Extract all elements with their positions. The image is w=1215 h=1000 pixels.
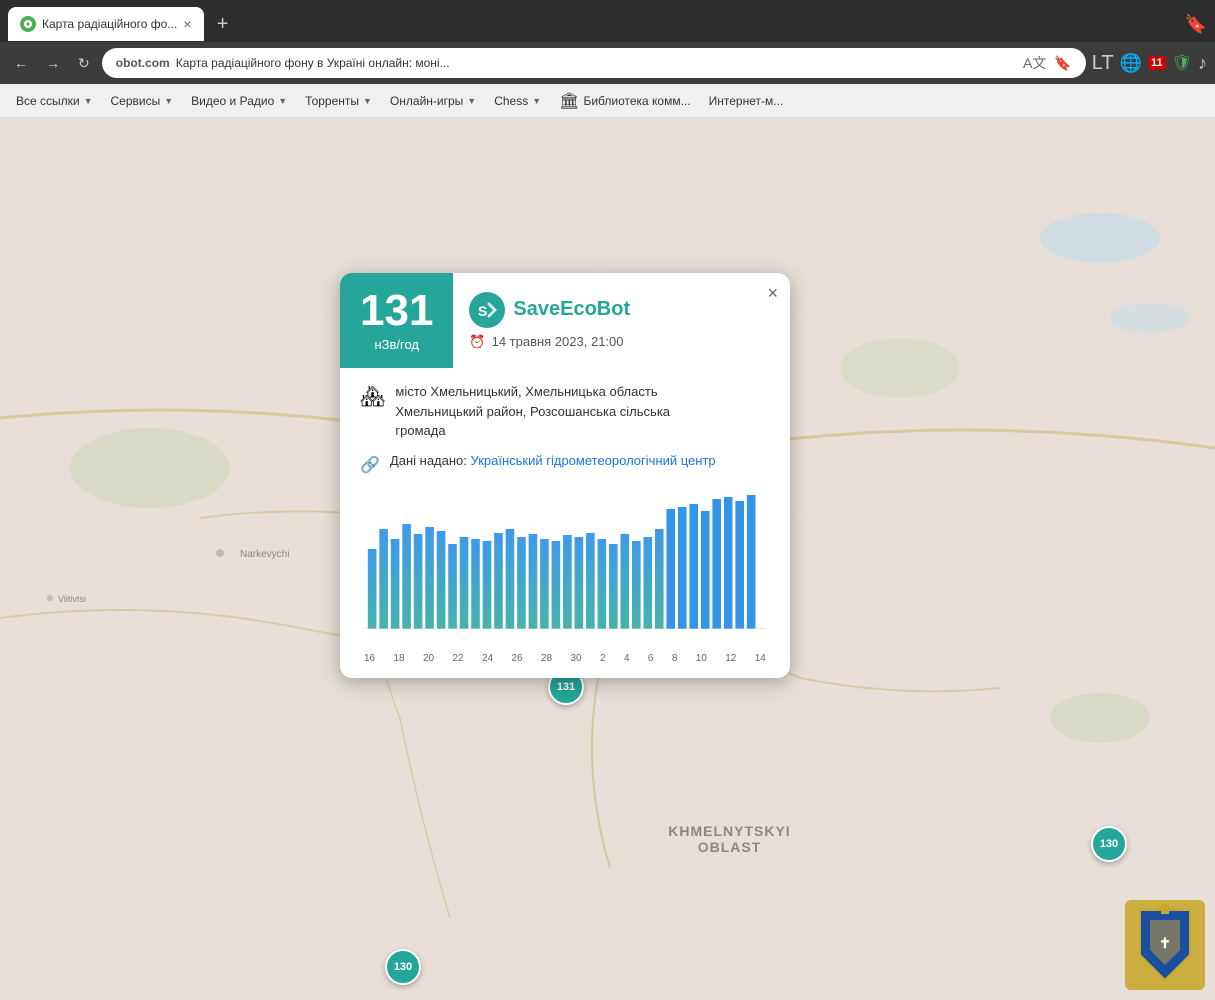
back-button[interactable]: ← [8, 51, 34, 75]
translate-icon[interactable]: A文 [1023, 53, 1046, 73]
address-bar: ← → ↻ obot.com Карта радіаційного фону в… [0, 42, 1215, 84]
bookmark-online-games[interactable]: Онлайн-игры ▼ [382, 91, 484, 111]
svg-text:Viitivtsi: Viitivtsi [58, 594, 86, 604]
chart-label: 22 [453, 653, 464, 664]
refresh-button[interactable]: ↻ [72, 51, 96, 76]
chart-label: 30 [571, 653, 582, 664]
bookmark-label: Онлайн-игры [390, 94, 463, 108]
active-tab[interactable]: Карта радіаційного фо... × [8, 7, 204, 41]
chevron-down-icon: ▼ [84, 96, 93, 106]
radiation-unit: нЗв/год [374, 337, 419, 352]
bookmark-all-links[interactable]: Все ссылки ▼ [8, 91, 101, 111]
marker-value: 130 [1100, 838, 1118, 850]
tab-close-button[interactable]: × [183, 17, 191, 31]
address-bookmark-icon[interactable]: 🔖 [1054, 55, 1071, 72]
grammar-icon[interactable]: LT [1092, 52, 1114, 75]
marker-130-right[interactable]: 130 [1091, 826, 1127, 862]
chart-label: 24 [482, 653, 493, 664]
popup-header: 131 нЗв/год S SaveEcoBot ⏰ 14 травня 202… [340, 273, 790, 368]
tab-title: Карта радіаційного фо... [42, 17, 177, 31]
popup-logo: S SaveEcoBot [469, 292, 774, 328]
svg-text:✝: ✝ [1159, 935, 1171, 951]
chart-x-labels: 16 18 20 22 24 26 28 30 2 4 6 8 10 12 14 [360, 649, 770, 664]
shield-icon[interactable]: 🛡 [1172, 53, 1192, 73]
radiation-value: 131 [360, 289, 433, 333]
bookmark-torrents[interactable]: Торренты ▼ [297, 91, 380, 111]
bookmark-label: Chess [494, 94, 528, 108]
popup-body: 🏘 місто Хмельницький, Хмельницька област… [340, 368, 790, 678]
address-field[interactable]: obot.com Карта радіаційного фону в Украї… [102, 48, 1086, 78]
chart-label: 2 [600, 653, 606, 664]
location-line2: Хмельницький район, Розсошанська сільськ… [395, 402, 670, 422]
chart-label: 18 [394, 653, 405, 664]
radiation-popup: 131 нЗв/год S SaveEcoBot ⏰ 14 травня 202… [340, 273, 790, 678]
source-link[interactable]: Український гідрометеорологічний центр [471, 453, 716, 468]
radiation-value-box: 131 нЗв/год [340, 273, 453, 368]
bookmark-icon: 🔖 [1185, 14, 1207, 35]
chart-label: 14 [755, 653, 766, 664]
popup-logo-text: SaveEcoBot [513, 298, 630, 321]
address-domain: obot.com [116, 56, 170, 70]
chart-label: 20 [423, 653, 434, 664]
saveecobot-logo-icon: S [469, 292, 505, 328]
bookmark-label: Библиотека комм... [583, 94, 690, 108]
address-icons: A文 🔖 [1023, 53, 1072, 73]
chart-label: 12 [725, 653, 736, 664]
bookmark-video-radio[interactable]: Видео и Радио ▼ [183, 91, 295, 111]
library-icon: 🏛 [559, 91, 579, 111]
popup-title-area: S SaveEcoBot ⏰ 14 травня 2023, 21:00 [453, 273, 790, 368]
chart-label: 16 [364, 653, 375, 664]
chart-label: 6 [648, 653, 654, 664]
chart-label: 10 [696, 653, 707, 664]
bookmark-label: Сервисы [111, 94, 161, 108]
chevron-down-icon: ▼ [532, 96, 541, 106]
bookmarks-bar: Все ссылки ▼ Сервисы ▼ Видео и Радио ▼ Т… [0, 84, 1215, 118]
marker-value: 130 [394, 961, 412, 973]
marker-value: 131 [557, 681, 575, 693]
bookmark-chess[interactable]: Chess ▼ [486, 91, 549, 111]
chart-label: 26 [512, 653, 523, 664]
timestamp-text: 14 травня 2023, 21:00 [492, 334, 624, 349]
address-text: Карта радіаційного фону в Україні онлайн… [176, 56, 1017, 70]
popup-source: 🔗 Дані надано: Український гідрометеорол… [360, 453, 770, 475]
map-container[interactable]: Narkevychi Viitivtsi KHMELNYTSKYI OBLAST… [0, 118, 1215, 1000]
bookmark-library[interactable]: 🏛 Библиотека комм... [551, 88, 698, 114]
chart-label: 8 [672, 653, 678, 664]
lang-icon[interactable]: 🌐 [1120, 53, 1142, 74]
tab-favicon [20, 16, 36, 32]
popup-location-text: місто Хмельницький, Хмельницька область … [395, 382, 670, 441]
source-prefix: Дані надано: [390, 453, 467, 468]
popup-location: 🏘 місто Хмельницький, Хмельницька област… [360, 382, 770, 441]
bookmark-label: Все ссылки [16, 94, 80, 108]
chart-label: 4 [624, 653, 630, 664]
coat-of-arms: ✝ [1125, 900, 1205, 990]
chevron-down-icon: ▼ [467, 96, 476, 106]
popup-source-text: Дані надано: Український гідрометеоролог… [390, 453, 716, 468]
data-source-icon: 🔗 [360, 455, 380, 475]
location-line3: громада [395, 421, 670, 441]
marker-130-bottom[interactable]: 130 [385, 949, 421, 985]
radiation-chart [360, 489, 770, 649]
popup-timestamp: ⏰ 14 травня 2023, 21:00 [469, 334, 774, 350]
svg-text:Narkevychi: Narkevychi [240, 549, 289, 560]
chevron-down-icon: ▼ [164, 96, 173, 106]
clock-icon: ⏰ [469, 334, 485, 350]
chart-label: 28 [541, 653, 552, 664]
bookmark-label: Видео и Радио [191, 94, 274, 108]
forward-button[interactable]: → [40, 51, 66, 75]
bookmark-label: Интернет-м... [709, 94, 784, 108]
chevron-down-icon: ▼ [363, 96, 372, 106]
bookmark-label: Торренты [305, 94, 359, 108]
location-line1: місто Хмельницький, Хмельницька область [395, 382, 670, 402]
popup-close-button[interactable]: × [767, 283, 778, 304]
location-icon: 🏘 [360, 384, 385, 409]
security-badge[interactable]: 11 [1148, 56, 1166, 70]
music-icon[interactable]: ♪ [1198, 53, 1207, 74]
chevron-down-icon: ▼ [278, 96, 287, 106]
new-tab-button[interactable]: + [208, 9, 238, 39]
bookmark-services[interactable]: Сервисы ▼ [103, 91, 182, 111]
bookmark-internet[interactable]: Интернет-м... [701, 91, 792, 111]
svg-text:S: S [478, 303, 487, 319]
